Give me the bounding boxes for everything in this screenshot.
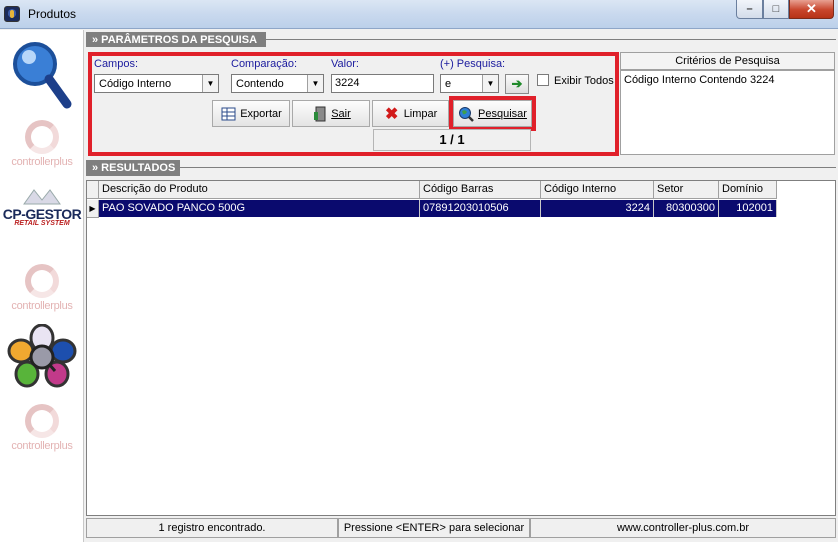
criteria-text: Código Interno Contendo 3224 [620, 70, 835, 155]
comparacao-value: Contendo [236, 77, 284, 90]
sidebar: controllerplus CP-GESTOR RETAIL SYSTEM c… [0, 30, 84, 542]
minimize-icon: – [746, 3, 753, 15]
exibir-todos-checkbox[interactable] [537, 74, 549, 86]
status-hint: Pressione <ENTER> para selecionar [338, 518, 530, 538]
controllerplus-logo: controllerplus [0, 404, 84, 452]
minimize-button[interactable]: – [736, 0, 763, 19]
params-header: » PARÂMETROS DA PESQUISA [86, 32, 266, 48]
comparacao-label: Comparação: [231, 58, 298, 70]
status-website: www.controller-plus.com.br [530, 518, 836, 538]
table-cell-codigo-interno[interactable]: 3224 [541, 200, 654, 217]
window-title: Produtos [28, 7, 77, 21]
add-criteria-button[interactable]: ➔ [505, 74, 529, 94]
search-globe-icon [458, 106, 474, 122]
criteria-title: Critérios de Pesquisa [620, 52, 835, 70]
sair-button[interactable]: Sair [292, 100, 370, 127]
grid-corner [87, 181, 99, 199]
params-header-label: » PARÂMETROS DA PESQUISA [92, 34, 258, 46]
params-header-rule [266, 39, 836, 40]
valor-label: Valor: [331, 58, 359, 70]
results-grid[interactable]: Descrição do Produto Código Barras Códig… [86, 180, 836, 516]
search-magnifier-logo [0, 38, 84, 112]
exit-door-icon [311, 106, 327, 122]
close-icon: ✕ [806, 1, 817, 16]
chevron-down-icon[interactable]: ▼ [482, 75, 498, 92]
maximize-icon: □ [772, 3, 780, 15]
table-cell-setor[interactable]: 80300300 [654, 200, 719, 217]
column-header-dominio[interactable]: Domínio [719, 181, 777, 199]
exportar-button[interactable]: Exportar [212, 100, 290, 127]
column-header-codigo-interno[interactable]: Código Interno [541, 181, 654, 199]
flower-logo [0, 324, 84, 390]
campos-value: Código Interno [99, 77, 172, 90]
controllerplus-swirl-icon [25, 264, 59, 298]
chevron-down-icon[interactable]: ▼ [202, 75, 218, 92]
controllerplus-text: controllerplus [11, 440, 73, 452]
valor-input[interactable]: 3224 [331, 74, 434, 93]
comparacao-select[interactable]: Contendo ▼ [231, 74, 324, 93]
limpar-label: Limpar [403, 107, 438, 120]
results-header-label: » RESULTADOS [92, 162, 176, 174]
app-icon [4, 6, 20, 22]
pesquisa-select[interactable]: e ▼ [440, 74, 499, 93]
row-pointer-icon: ▶ [87, 200, 99, 218]
gestor-subtitle: RETAIL SYSTEM [14, 220, 70, 227]
controllerplus-text: controllerplus [11, 300, 73, 312]
table-cell-dominio[interactable]: 102001 [719, 200, 777, 217]
status-count: 1 registro encontrado. [86, 518, 338, 538]
pesquisar-label: Pesquisar [478, 107, 527, 120]
results-header: » RESULTADOS [86, 160, 180, 176]
cp-gestor-logo: CP-GESTOR RETAIL SYSTEM [0, 188, 84, 227]
clear-x-icon: ✖ [384, 105, 399, 123]
column-header-codigo-barras[interactable]: Código Barras [420, 181, 541, 199]
controllerplus-logo: controllerplus [0, 120, 84, 168]
maximize-button[interactable]: □ [763, 0, 789, 19]
controllerplus-swirl-icon [25, 404, 59, 438]
exibir-todos-label: Exibir Todos [554, 75, 614, 87]
chevron-down-icon[interactable]: ▼ [307, 75, 323, 92]
title-bar: Produtos – □ ✕ [0, 0, 838, 29]
pesquisa-value: e [445, 77, 452, 90]
arrow-right-icon: ➔ [511, 76, 523, 91]
table-cell-descricao[interactable]: PAO SOVADO PANCO 500G [99, 200, 420, 217]
gestor-wings-icon [23, 189, 61, 205]
sair-label: Sair [331, 107, 351, 120]
page-counter: 1 / 1 [373, 129, 531, 151]
campos-label: Campos: [94, 58, 139, 70]
exportar-label: Exportar [240, 107, 282, 120]
controllerplus-text: controllerplus [11, 156, 73, 168]
controllerplus-swirl-icon [25, 120, 59, 154]
close-button[interactable]: ✕ [789, 0, 834, 19]
column-header-descricao[interactable]: Descrição do Produto [99, 181, 420, 199]
flower-icon [7, 324, 77, 388]
limpar-button[interactable]: ✖ Limpar [372, 100, 449, 127]
controllerplus-logo: controllerplus [0, 264, 84, 312]
results-header-rule [180, 167, 836, 168]
table-cell-codigo-barras[interactable]: 07891203010506 [420, 200, 541, 217]
column-header-setor[interactable]: Setor [654, 181, 719, 199]
magnifier-icon [13, 42, 72, 109]
pesquisa-label: (+) Pesquisa: [440, 58, 506, 70]
export-icon [220, 106, 236, 122]
campos-select[interactable]: Código Interno ▼ [94, 74, 219, 93]
pesquisar-button[interactable]: Pesquisar [453, 100, 532, 127]
